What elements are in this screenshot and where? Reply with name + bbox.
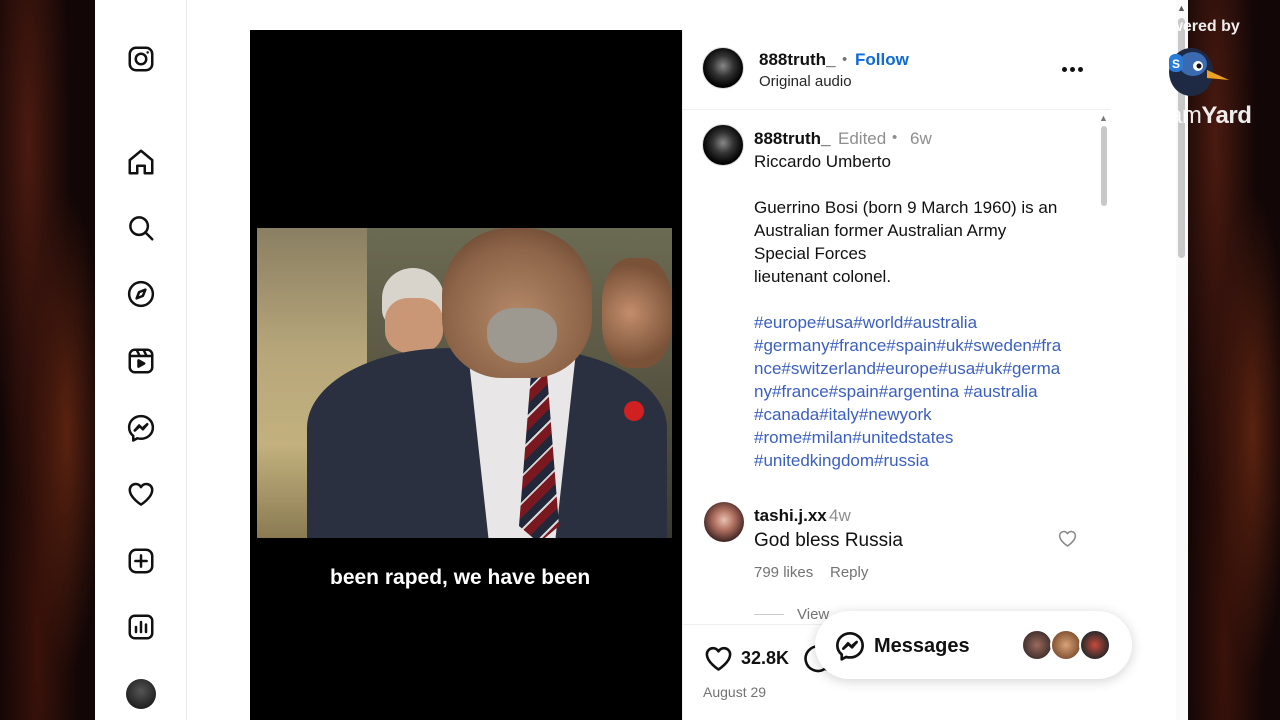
like-heart-icon[interactable]	[703, 643, 734, 674]
caption-line: Riccardo Umberto	[754, 152, 891, 171]
profile-avatar[interactable]	[126, 679, 156, 709]
separator-dot: •	[842, 51, 848, 68]
create-icon[interactable]	[124, 544, 158, 578]
hashtag-line[interactable]: #canada#italy#newyork	[754, 405, 932, 425]
comment-text: God bless Russia	[754, 530, 903, 551]
original-audio-link[interactable]: Original audio	[759, 73, 852, 90]
author-avatar[interactable]	[702, 47, 744, 89]
caption-dot: •	[892, 129, 898, 146]
messages-label: Messages	[874, 635, 970, 657]
reels-icon[interactable]	[124, 344, 158, 378]
hashtag-line[interactable]: ny#france#spain#argentina #australia	[754, 382, 1038, 402]
home-icon[interactable]	[124, 145, 158, 179]
post-time: 6w	[910, 129, 932, 148]
comment-likes[interactable]: 799 likes	[754, 564, 813, 581]
follow-button[interactable]: Follow	[855, 50, 909, 70]
comment-time: 4w	[829, 506, 851, 525]
video-frame	[257, 228, 672, 538]
hashtag-line[interactable]: #rome#milan#unitedstates	[754, 428, 953, 448]
comment-like-heart-icon[interactable]	[1057, 528, 1078, 549]
instagram-icon[interactable]	[124, 42, 158, 76]
commenter-avatar[interactable]	[704, 502, 744, 542]
streamyard-brand: StreamYard	[1127, 102, 1252, 129]
caption-line: Special Forces	[754, 244, 867, 263]
commenter-username[interactable]: tashi.j.xx	[754, 506, 827, 526]
post-header	[682, 30, 1111, 110]
caption-username[interactable]: 888truth_	[754, 129, 831, 149]
reply-button[interactable]: Reply	[830, 564, 868, 581]
more-options-icon[interactable]	[1062, 60, 1088, 78]
caption-line: Guerrino Bosi (born 9 March 1960) is an	[754, 198, 1058, 217]
message-avatar	[1021, 629, 1053, 661]
hashtag-line[interactable]: #unitedkingdom#russia	[754, 451, 929, 471]
hashtag-line[interactable]: #europe#usa#world#australia	[754, 313, 977, 333]
heart-icon[interactable]	[124, 477, 158, 511]
dashboard-icon[interactable]	[124, 610, 158, 644]
view-replies-line	[754, 614, 784, 615]
message-avatar	[1050, 629, 1082, 661]
comments-scroll-up-arrow[interactable]: ▲	[1099, 113, 1108, 123]
comments-scrollbar[interactable]	[1101, 126, 1107, 206]
like-count[interactable]: 32.8K	[741, 648, 789, 669]
hashtag-line[interactable]: nce#switzerland#europe#usa#uk#germa	[754, 359, 1060, 379]
message-avatar	[1079, 629, 1111, 661]
search-icon[interactable]	[124, 211, 158, 245]
caption-line: Australian former Australian Army	[754, 221, 1007, 240]
streamyard-logo-icon: S	[1169, 48, 1229, 96]
edited-label: Edited	[838, 129, 887, 148]
author-username[interactable]: 888truth_	[759, 50, 836, 70]
background-left	[0, 0, 95, 720]
svg-text:S: S	[1172, 57, 1180, 71]
powered-by-label: Powered by	[1150, 18, 1240, 35]
page-scroll-up-arrow[interactable]: ▲	[1177, 3, 1186, 13]
post-date: August 29	[703, 684, 767, 700]
caption-avatar[interactable]	[702, 124, 744, 166]
messenger-icon[interactable]	[124, 411, 158, 445]
hashtag-line[interactable]: #germany#france#spain#uk#sweden#fra	[754, 336, 1061, 356]
explore-icon[interactable]	[124, 277, 158, 311]
messenger-icon	[836, 632, 864, 661]
caption-line: lieutenant colonel.	[754, 267, 892, 286]
video-subtitle: been raped, we have been	[320, 556, 601, 600]
